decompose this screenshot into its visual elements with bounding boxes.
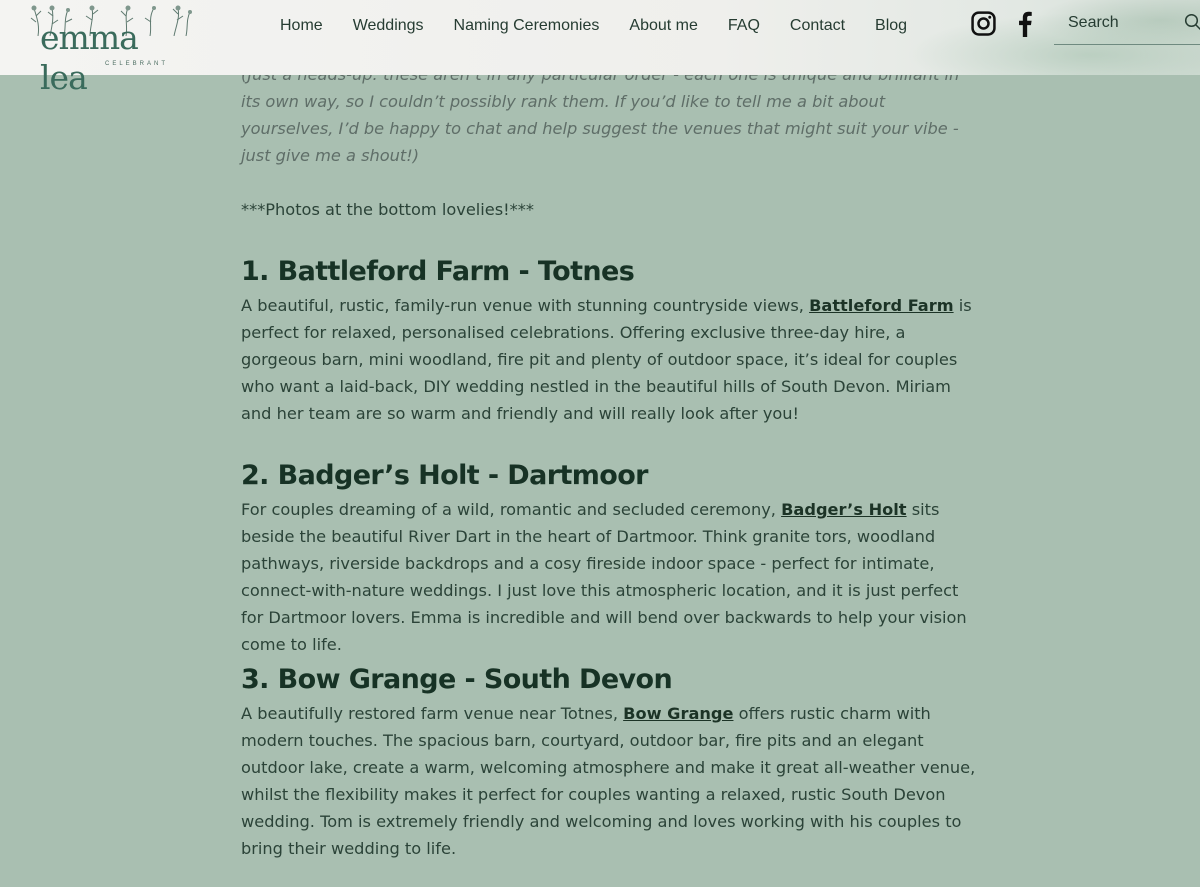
venue-section: 1. Battleford Farm - Totnes A beautiful,… [241,254,986,427]
main-nav: Home Weddings Naming Ceremonies About me… [280,16,937,36]
photos-note: ***Photos at the bottom lovelies!*** [241,200,534,219]
nav-blog[interactable]: Blog [875,16,907,36]
nav-weddings[interactable]: Weddings [353,16,424,36]
nav-home[interactable]: Home [280,16,323,36]
venue-text-before: A beautifully restored farm venue near T… [241,704,624,723]
instagram-icon[interactable] [971,11,996,36]
venue-description: For couples dreaming of a wild, romantic… [241,496,983,658]
site-header: emma lea CELEBRANT Home Weddings Naming … [0,0,1200,97]
venue-description: A beautifully restored farm venue near T… [241,700,983,862]
intro-note: (Just a heads-up: these aren’t in any pa… [241,65,959,165]
venue-link-battleford-farm[interactable]: Battleford Farm [809,296,954,315]
venue-heading: 1. Battleford Farm - Totnes [241,256,635,287]
nav-faq[interactable]: FAQ [728,16,760,36]
venue-heading: 3. Bow Grange - South Devon [241,664,673,695]
logo-wordmark: emma lea [40,18,139,97]
nav-contact[interactable]: Contact [790,16,845,36]
venue-text-after: sits beside the beautiful River Dart in … [241,500,967,654]
site-logo[interactable]: emma lea CELEBRANT [30,4,192,97]
logo-subtitle: CELEBRANT [105,61,169,67]
venue-text-before: For couples dreaming of a wild, romantic… [241,500,782,519]
search-input[interactable] [1066,12,1180,34]
facebook-icon[interactable] [1014,11,1036,37]
venue-section: 3. Bow Grange - South Devon A beautifull… [241,662,986,862]
venue-section: 2. Badger’s Holt - Dartmoor For couples … [241,458,986,658]
venue-text-before: A beautiful, rustic, family-run venue wi… [241,296,810,315]
nav-naming-ceremonies[interactable]: Naming Ceremonies [454,16,600,36]
venue-link-bow-grange[interactable]: Bow Grange [623,704,733,723]
search-icon[interactable] [1184,13,1200,31]
search-box [1054,4,1200,45]
venue-description: A beautiful, rustic, family-run venue wi… [241,292,983,427]
venue-heading: 2. Badger’s Holt - Dartmoor [241,460,649,491]
venue-text-after: offers rustic charm with modern touches.… [241,704,976,858]
venue-text-after: is perfect for relaxed, personalised cel… [241,296,972,423]
nav-about-me[interactable]: About me [629,16,697,36]
venue-link-badgers-holt[interactable]: Badger’s Holt [781,500,906,519]
